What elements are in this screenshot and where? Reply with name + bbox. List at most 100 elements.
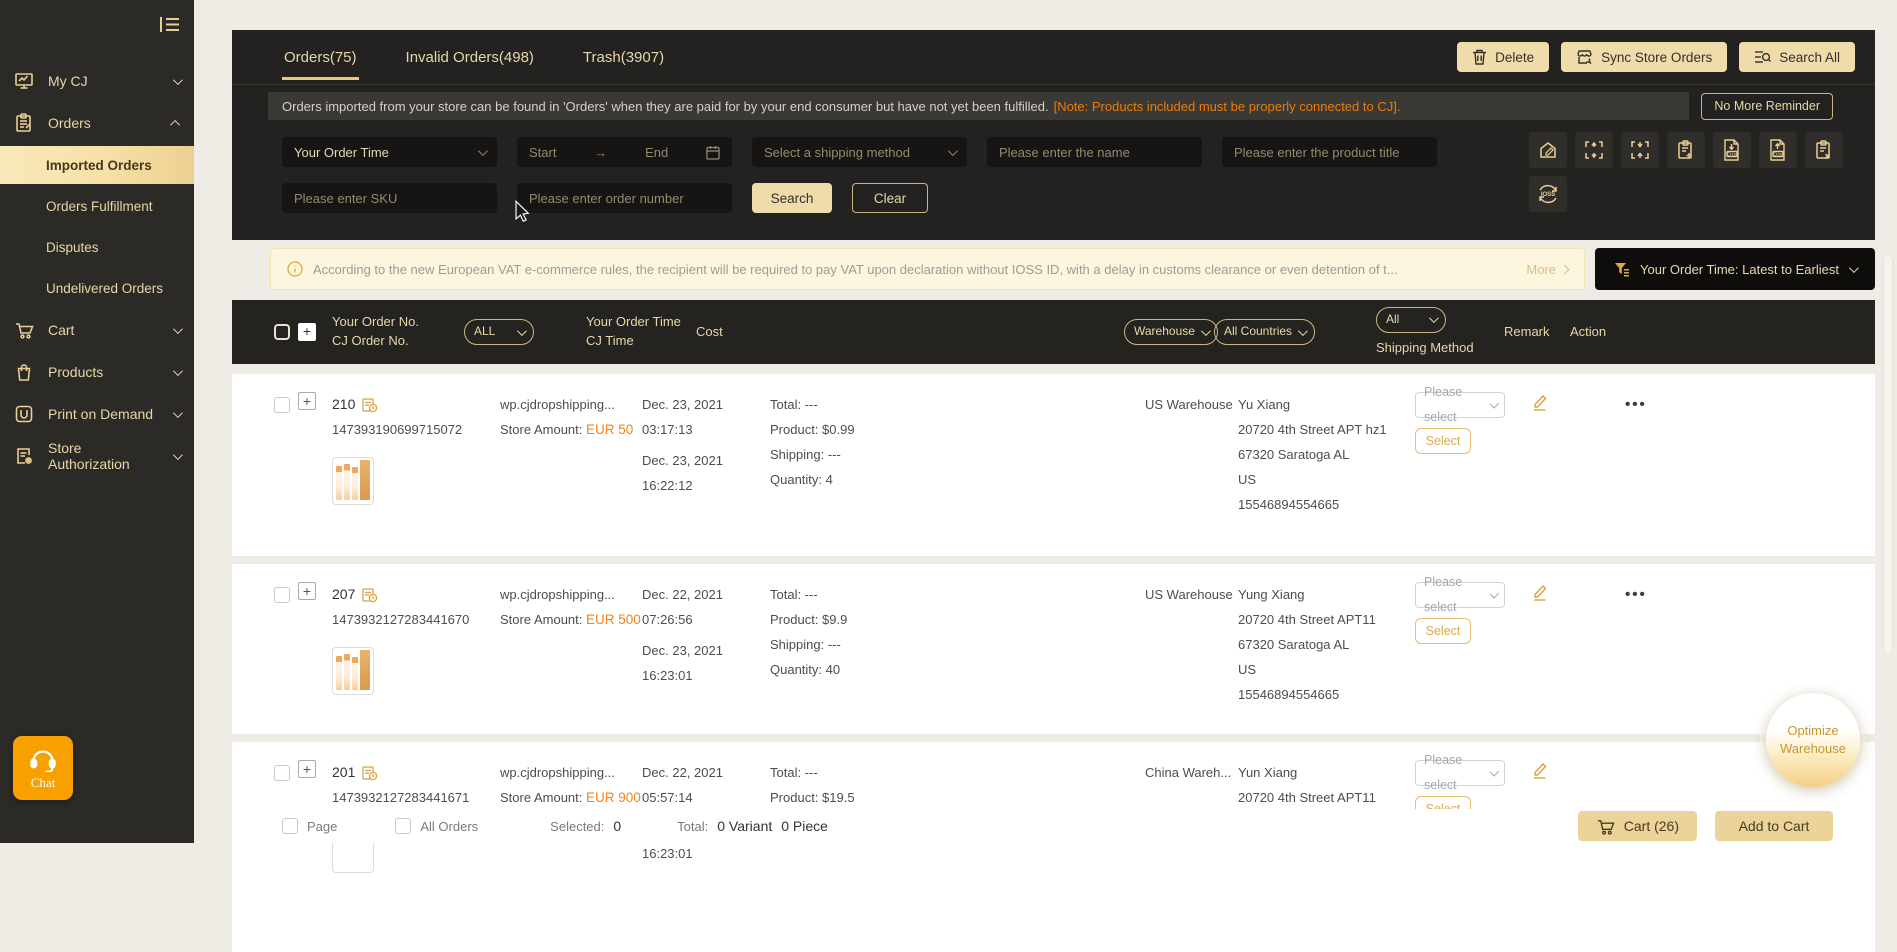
col-remark: Remark xyxy=(1504,323,1550,339)
selected-label: Selected: xyxy=(550,818,605,834)
order-date-icon[interactable] xyxy=(361,764,378,781)
date-range-picker[interactable]: Start → End xyxy=(517,137,732,167)
sidebar-item-products[interactable]: Products xyxy=(0,351,194,393)
product-thumbnail[interactable] xyxy=(332,647,374,695)
ioss-sync-icon[interactable]: IOSS xyxy=(1529,176,1567,212)
shipping-select[interactable]: Please select xyxy=(1415,753,1505,792)
vat-more-link[interactable]: More xyxy=(1526,262,1570,277)
cost-cell: Total: --- Product: $19.5 Shipping: --- xyxy=(770,765,855,830)
vat-banner-row: According to the new European VAT e-comm… xyxy=(270,248,1875,290)
more-actions-icon[interactable]: ••• xyxy=(1625,396,1647,413)
product-title-input[interactable] xyxy=(1222,137,1437,167)
shipping-select[interactable]: Please select xyxy=(1415,575,1505,614)
orders-notice-row: Orders imported from your store can be f… xyxy=(268,92,1833,120)
product-thumbnail[interactable] xyxy=(332,457,374,505)
edit-remark-icon[interactable] xyxy=(1530,582,1625,602)
clear-button[interactable]: Clear xyxy=(852,183,928,213)
customer-cell: Yu Xiang 20720 4th Street APT hz1 67320 … xyxy=(1238,397,1387,512)
cart-button[interactable]: Cart (26) xyxy=(1577,811,1697,841)
table-header: + Your Order No. CJ Order No. ALL Your O… xyxy=(232,300,1875,364)
optimize-warehouse-button[interactable]: Optimize Warehouse xyxy=(1766,693,1860,787)
excel-upload-icon[interactable]: Excel xyxy=(1759,132,1797,168)
edit-address-icon[interactable] xyxy=(1529,132,1567,168)
order-date-icon[interactable] xyxy=(361,586,378,603)
shopping-bag-icon xyxy=(13,361,35,383)
shipping-cell: Please select Select xyxy=(1415,385,1530,556)
expand-row-icon[interactable]: + xyxy=(298,760,316,778)
orders-notice: Orders imported from your store can be f… xyxy=(268,92,1690,120)
tab-orders[interactable]: Orders(75) xyxy=(282,30,359,85)
tab-invalid-orders[interactable]: Invalid Orders(498) xyxy=(404,30,536,85)
shipping-select[interactable]: Please select xyxy=(1415,385,1505,424)
shipping-cell: Please select Select xyxy=(1415,753,1530,952)
order-date-icon[interactable] xyxy=(361,396,378,413)
sidebar-item-my-cj[interactable]: My CJ xyxy=(0,60,194,102)
vertical-scrollbar[interactable] xyxy=(1883,255,1893,655)
svg-text:IOSS: IOSS xyxy=(1541,192,1555,198)
total-variant: 0 Variant xyxy=(717,818,773,834)
select-shipping-button[interactable]: Select xyxy=(1415,428,1471,454)
sidebar-item-orders-fulfillment[interactable]: Orders Fulfillment xyxy=(0,186,194,227)
clipboard-add-icon[interactable] xyxy=(1667,132,1705,168)
expand-rows-icon[interactable] xyxy=(1575,132,1613,168)
sidebar-subitem-label: Imported Orders xyxy=(46,157,152,173)
tab-trash[interactable]: Trash(3907) xyxy=(581,30,666,85)
search-button[interactable]: Search xyxy=(752,183,832,213)
sidebar-item-orders[interactable]: Orders xyxy=(0,102,194,144)
edit-remark-icon[interactable] xyxy=(1530,392,1625,412)
table-row: + 201 1473932127283441671 wp.cjdropshipp… xyxy=(232,742,1875,952)
sidebar-item-undelivered-orders[interactable]: Undelivered Orders xyxy=(0,268,194,309)
action-cell: ••• xyxy=(1625,582,1715,734)
shipping-filter-pill[interactable]: All xyxy=(1376,306,1446,333)
expand-all-icon[interactable]: + xyxy=(298,323,316,341)
edit-remark-icon[interactable] xyxy=(1530,760,1625,780)
expand-row-icon[interactable]: + xyxy=(298,582,316,600)
sidebar-item-label: Cart xyxy=(48,322,75,338)
page-checkbox[interactable] xyxy=(282,818,298,834)
sidebar-item-print-on-demand[interactable]: Print on Demand xyxy=(0,393,194,435)
sync-store-orders-button[interactable]: Sync Store Orders xyxy=(1561,42,1728,72)
sidebar-item-label: Orders xyxy=(48,115,91,131)
sidebar-item-store-authorization[interactable]: Store Authorization xyxy=(0,435,194,477)
sidebar-item-label: Store Authorization xyxy=(48,440,130,472)
row-checkbox[interactable] xyxy=(274,765,290,781)
add-to-cart-button[interactable]: Add to Cart xyxy=(1715,811,1833,841)
remark-cell xyxy=(1530,392,1625,556)
name-input[interactable] xyxy=(987,137,1202,167)
more-actions-icon[interactable]: ••• xyxy=(1625,586,1647,603)
order-time-select[interactable]: Your Order Time xyxy=(282,137,497,167)
footer-bar: Page All Orders Selected: 0 Total: 0 Var… xyxy=(232,809,1875,843)
sidebar-item-disputes[interactable]: Disputes xyxy=(0,227,194,268)
warehouse-cell: US Warehouse xyxy=(1145,397,1233,412)
all-orders-checkbox[interactable] xyxy=(395,818,412,834)
all-orders-label: All Orders xyxy=(420,818,479,834)
order-number-input[interactable] xyxy=(517,183,732,213)
expand-row-icon[interactable]: + xyxy=(298,392,316,410)
select-shipping-button[interactable]: Select xyxy=(1415,618,1471,644)
cart-icon xyxy=(1596,818,1615,835)
chevron-right-icon xyxy=(1559,264,1570,274)
excel-download-icon[interactable]: Excel xyxy=(1713,132,1751,168)
delete-button[interactable]: Delete xyxy=(1457,42,1550,72)
sidebar-subitem-label: Orders Fulfillment xyxy=(46,199,153,214)
select-all-checkbox[interactable] xyxy=(274,324,290,340)
search-all-button[interactable]: Search All xyxy=(1739,42,1855,72)
chat-button[interactable]: Chat xyxy=(13,736,73,800)
store-cell: wp.cjdropshipping... Store Amount: EUR 9… xyxy=(500,765,641,805)
sidebar-item-imported-orders[interactable]: Imported Orders xyxy=(0,146,194,184)
chevron-down-icon xyxy=(1489,766,1499,777)
row-checkbox[interactable] xyxy=(274,397,290,413)
sort-order-dropdown[interactable]: Your Order Time: Latest to Earliest xyxy=(1595,248,1875,290)
store-cell: wp.cjdropshipping... Store Amount: EUR 5… xyxy=(500,587,641,627)
col-action: Action xyxy=(1570,323,1607,339)
clipboard-remove-icon[interactable] xyxy=(1805,132,1843,168)
no-more-reminder-button[interactable]: No More Reminder xyxy=(1701,92,1833,120)
sku-input[interactable] xyxy=(282,183,497,213)
row-checkbox[interactable] xyxy=(274,587,290,603)
shipping-method-select[interactable]: Select a shipping method xyxy=(752,137,967,167)
collapse-menu-icon[interactable] xyxy=(159,16,180,33)
total-piece: 0 Piece xyxy=(781,818,828,834)
sidebar-subitem-label: Undelivered Orders xyxy=(46,281,164,296)
sidebar-item-cart[interactable]: Cart xyxy=(0,309,194,351)
collapse-rows-icon[interactable] xyxy=(1621,132,1659,168)
